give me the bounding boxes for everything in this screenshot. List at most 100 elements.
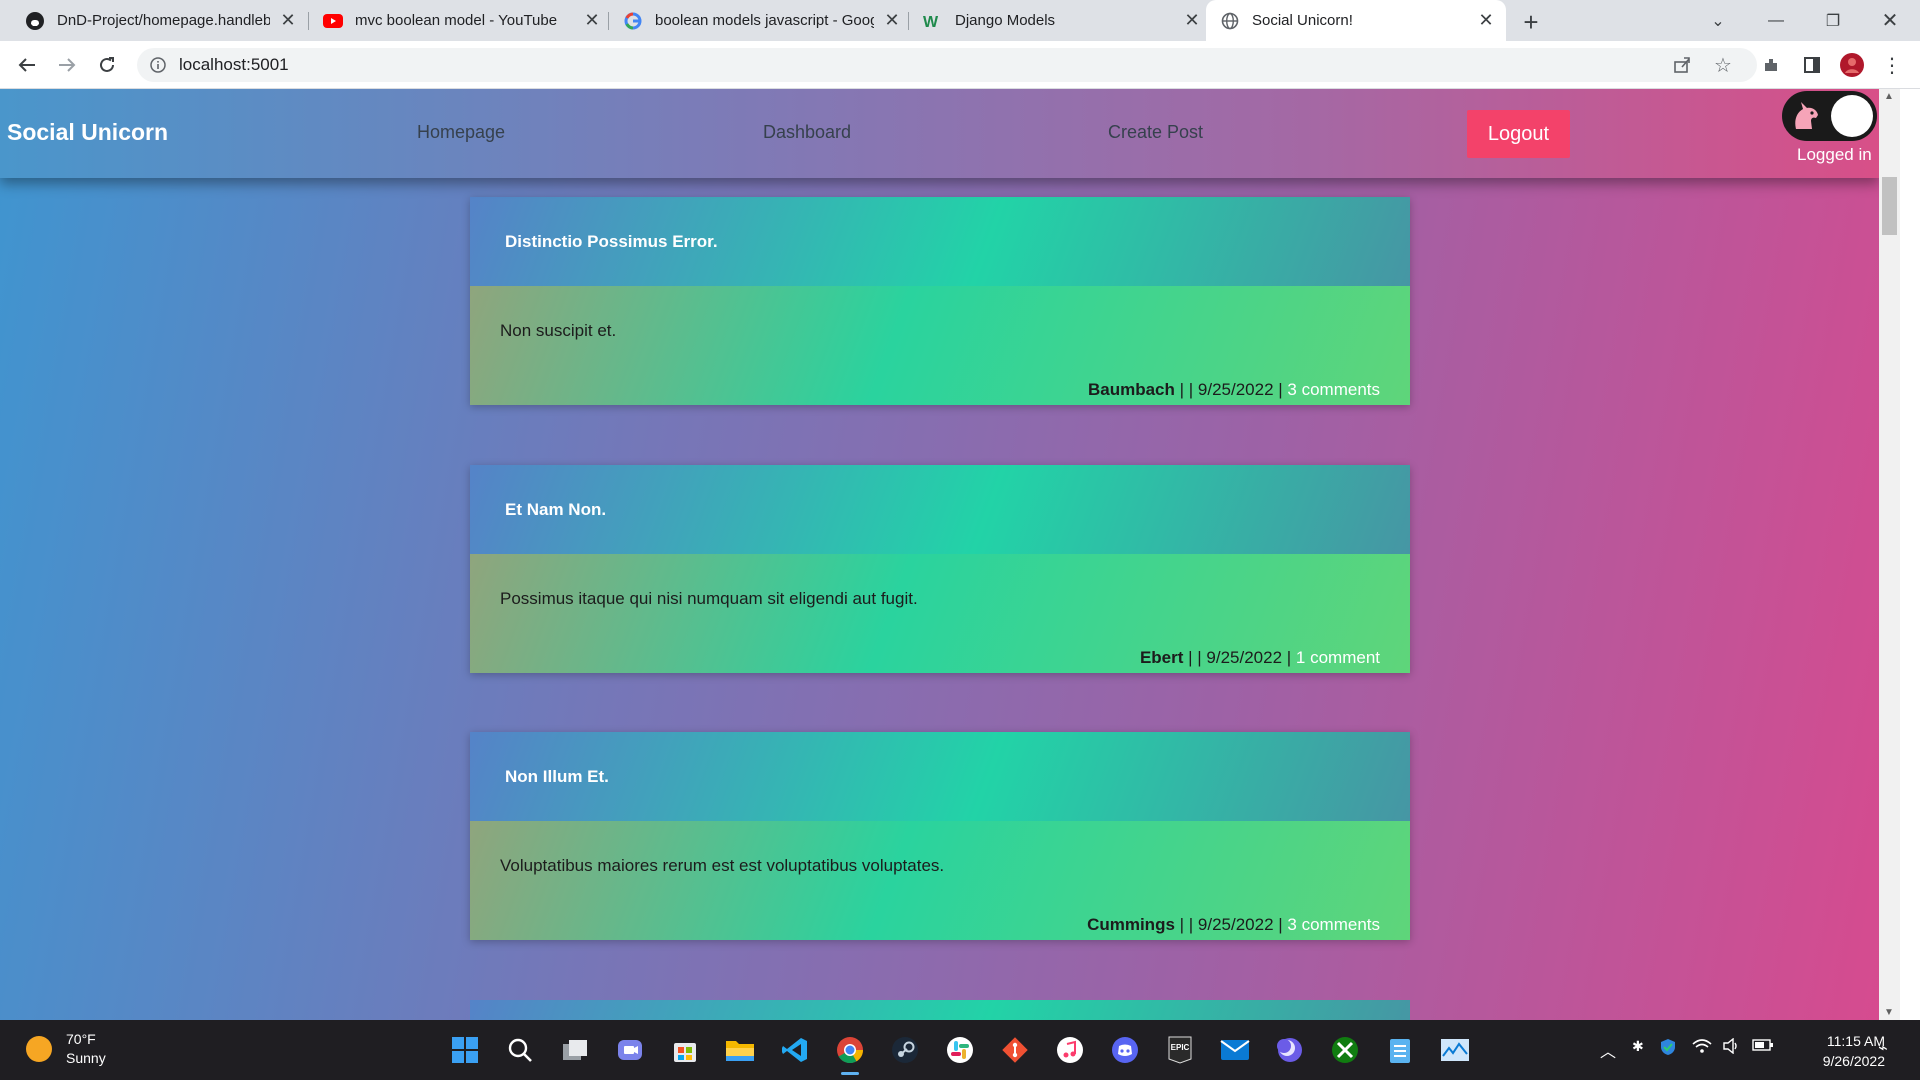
tab-github[interactable]: DnD-Project/homepage.handlebars ✕ <box>14 0 304 41</box>
search-icon[interactable] <box>503 1033 537 1067</box>
post-meta: Baumbach | | 9/25/2022 | 3 comments <box>1088 380 1380 400</box>
weather-widget[interactable]: 70°F Sunny <box>26 1030 106 1068</box>
tab-title: mvc boolean model - YouTube <box>355 12 558 29</box>
tab-separator <box>608 12 609 30</box>
close-icon[interactable]: ✕ <box>582 10 602 31</box>
post-comments-link[interactable]: 3 comments <box>1287 915 1380 934</box>
restore-icon[interactable]: ❐ <box>1805 0 1861 41</box>
post-title[interactable]: Distinctio Possimus Error. <box>505 232 718 252</box>
post-comments-link[interactable]: 3 comments <box>1287 380 1380 399</box>
post-header: Distinctio Possimus Error. <box>470 197 1410 286</box>
tab-social-unicorn[interactable]: Social Unicorn! ✕ <box>1206 0 1506 41</box>
post-author: Baumbach <box>1087 380 1175 399</box>
tab-separator <box>308 12 309 30</box>
xbox-icon[interactable] <box>1328 1033 1362 1067</box>
new-tab-button[interactable]: + <box>1517 7 1545 37</box>
post-title[interactable]: Et Nam Non. <box>505 500 606 520</box>
tab-youtube[interactable]: mvc boolean model - YouTube ✕ <box>312 0 608 41</box>
tab-google-search[interactable]: boolean models javascript - Google Searc… <box>612 0 908 41</box>
task-view-icon[interactable] <box>558 1033 592 1067</box>
brand-title[interactable]: Social Unicorn <box>7 119 168 146</box>
weather-temp: 70°F <box>66 1031 96 1047</box>
tab-search-icon[interactable]: ⌄ <box>1690 0 1746 41</box>
post-meta: Cummings | | 9/25/2022 | 3 comments <box>1087 915 1380 935</box>
address-bar[interactable]: localhost:5001 <box>137 48 1757 82</box>
steam-icon[interactable] <box>888 1033 922 1067</box>
post-date: | | 9/25/2022 | <box>1183 648 1296 667</box>
teams-chat-icon[interactable] <box>613 1033 647 1067</box>
scrollbar-thumb[interactable] <box>1882 177 1897 235</box>
chevron-up-icon[interactable]: ︿ <box>1600 1038 1616 1062</box>
windows-start-icon[interactable] <box>448 1033 482 1067</box>
post-card: Non Illum Et. Voluptatibus maiores rerum… <box>470 732 1410 940</box>
nav-homepage[interactable]: Homepage <box>417 122 505 143</box>
logout-button[interactable]: Logout <box>1467 110 1570 158</box>
close-icon[interactable]: ✕ <box>278 10 298 31</box>
notepad-icon[interactable] <box>1383 1033 1417 1067</box>
task-manager-icon[interactable] <box>1438 1033 1472 1067</box>
post-title[interactable]: Non Illum Et. <box>505 767 609 787</box>
page-scrollbar[interactable]: ▲ ▼ <box>1879 89 1900 1020</box>
chrome-icon[interactable] <box>833 1033 867 1075</box>
file-explorer-icon[interactable] <box>723 1033 757 1067</box>
sun-icon <box>26 1036 52 1062</box>
post-card-partial <box>470 1000 1410 1020</box>
discord-icon[interactable] <box>1108 1033 1142 1067</box>
window-close-icon[interactable]: ✕ <box>1862 0 1918 41</box>
post-header: Et Nam Non. <box>470 465 1410 554</box>
post-author: Ebert <box>1139 648 1184 667</box>
forward-icon[interactable] <box>52 50 82 80</box>
side-panel-icon[interactable] <box>1797 50 1827 80</box>
volume-icon[interactable] <box>1722 1037 1740 1057</box>
mail-icon[interactable] <box>1218 1033 1252 1067</box>
close-icon[interactable]: ✕ <box>1182 10 1202 31</box>
minimize-icon[interactable]: — <box>1748 0 1804 41</box>
reload-icon[interactable] <box>92 50 122 80</box>
clock-time: 11:15 AM <box>1826 1033 1885 1049</box>
scroll-up-icon[interactable]: ▲ <box>1884 91 1894 102</box>
globe-icon <box>1220 11 1240 31</box>
post-comments-link[interactable]: 1 comment <box>1296 648 1380 667</box>
app-header: Social Unicorn Homepage Dashboard Create… <box>0 89 1879 178</box>
svg-text:W: W <box>923 14 939 29</box>
git-icon[interactable] <box>998 1033 1032 1067</box>
scroll-down-icon[interactable]: ▼ <box>1884 1007 1894 1018</box>
post-date: | | 9/25/2022 | <box>1174 915 1288 934</box>
post-body: Possimus itaque qui nisi numquam sit eli… <box>470 554 1410 673</box>
bookmark-star-icon[interactable]: ☆ <box>1708 50 1738 80</box>
slack-tray-icon[interactable]: ✱ <box>1632 1038 1644 1055</box>
nav-dashboard[interactable]: Dashboard <box>763 122 851 143</box>
extensions-icon[interactable] <box>1756 50 1786 80</box>
nav-create-post[interactable]: Create Post <box>1108 122 1203 143</box>
itunes-icon[interactable] <box>1053 1033 1087 1067</box>
post-body: Non suscipit et. Baumbach | | 9/25/2022 … <box>470 286 1410 405</box>
close-icon[interactable]: ✕ <box>882 10 902 31</box>
share-icon[interactable] <box>1667 50 1697 80</box>
theme-toggle[interactable] <box>1782 91 1877 141</box>
post-content: Possimus itaque qui nisi numquam sit eli… <box>500 589 918 608</box>
slack-icon[interactable] <box>943 1033 977 1067</box>
svg-text:EPIC: EPIC <box>1171 1043 1190 1052</box>
info-icon[interactable] <box>149 56 167 74</box>
battery-icon[interactable] <box>1752 1038 1774 1055</box>
close-icon[interactable]: ✕ <box>1476 10 1496 31</box>
back-icon[interactable] <box>12 50 42 80</box>
security-shield-icon[interactable] <box>1660 1038 1676 1059</box>
page-viewport: Social Unicorn Homepage Dashboard Create… <box>0 89 1879 1020</box>
post-content: Non suscipit et. <box>500 321 617 340</box>
post-content: Voluptatibus maiores rerum est est volup… <box>500 856 945 875</box>
tab-title: boolean models javascript - Google Searc… <box>655 12 874 29</box>
avatar[interactable] <box>1837 50 1867 80</box>
tab-django-models[interactable]: W Django Models ✕ <box>912 0 1208 41</box>
system-clock[interactable]: 11:15 AM 9/26/2022 <box>1795 1031 1885 1071</box>
epic-games-icon[interactable]: EPIC <box>1163 1033 1197 1067</box>
notification-icon[interactable]: ⌁ <box>1878 1038 1888 1058</box>
moon-app-icon[interactable] <box>1273 1033 1307 1067</box>
wifi-icon[interactable] <box>1692 1038 1712 1057</box>
login-status: Logged in <box>1797 145 1872 164</box>
store-icon[interactable] <box>668 1033 702 1067</box>
clock-date: 9/26/2022 <box>1822 1053 1885 1069</box>
vscode-icon[interactable] <box>778 1033 812 1067</box>
menu-kebab-icon[interactable]: ⋮ <box>1877 50 1907 80</box>
post-header: Non Illum Et. <box>470 732 1410 821</box>
